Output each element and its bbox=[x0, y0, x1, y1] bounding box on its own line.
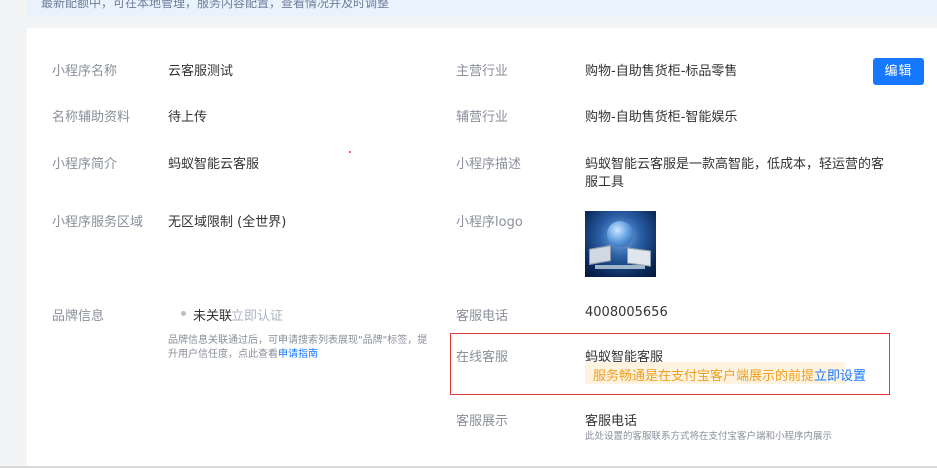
value-description-line2: 服工具 bbox=[585, 175, 625, 190]
value-name-docs: 待上传 bbox=[168, 110, 208, 125]
desk-shape bbox=[595, 265, 645, 269]
value-service-area: 无区域限制 (全世界) bbox=[168, 215, 287, 230]
online-service-notice: 服务畅通是在支付宝客户端展示的前提立即设置 bbox=[585, 362, 866, 384]
label-service-display: 客服展示 bbox=[456, 414, 509, 429]
label-phone: 客服电话 bbox=[456, 309, 509, 324]
notice-text: 服务畅通是在支付宝客户端展示的前提 bbox=[593, 369, 815, 384]
brand-note: 品牌信息关联通过后，可申请搜索列表展现"品牌"标签，提升用户信任度，点此查看申请… bbox=[168, 334, 432, 362]
label-app-intro: 小程序简介 bbox=[52, 157, 118, 172]
setup-now-link[interactable]: 立即设置 bbox=[814, 369, 866, 384]
value-sub-industry: 购物-自助售货柜-智能娱乐 bbox=[585, 110, 738, 125]
label-name-docs: 名称辅助资料 bbox=[52, 110, 131, 125]
banner-text: 最新配额中，可在本地管理，服务内容配置，查看情况并及时调整 bbox=[41, 0, 390, 10]
globe-icon bbox=[607, 221, 633, 247]
top-notice-banner: 最新配额中，可在本地管理，服务内容配置，查看情况并及时调整 bbox=[27, 0, 937, 16]
notice-text-wrap: 服务畅通是在支付宝客户端展示的前提立即设置 bbox=[593, 365, 866, 384]
red-dot-marker bbox=[349, 151, 351, 153]
label-app-name: 小程序名称 bbox=[52, 64, 118, 79]
edit-button[interactable]: 编辑 bbox=[873, 58, 924, 85]
label-sub-industry: 辅营行业 bbox=[456, 110, 509, 125]
laptop-icon bbox=[589, 245, 611, 265]
value-description-line1: 蚂蚁智能云客服是一款高智能，低成本，轻运营的客 bbox=[585, 157, 885, 172]
brand-status: 未关联 bbox=[193, 309, 233, 324]
brand-verify-link[interactable]: 立即认证 bbox=[231, 305, 283, 324]
monitor-icon bbox=[627, 247, 651, 267]
value-app-intro: 蚂蚁智能云客服 bbox=[168, 157, 260, 172]
value-phone: 4008005656 bbox=[585, 305, 668, 320]
value-main-industry: 购物-自助售货柜-标品零售 bbox=[585, 64, 738, 79]
value-app-name: 云客服测试 bbox=[168, 64, 234, 79]
label-main-industry: 主营行业 bbox=[456, 64, 509, 79]
app-logo-image bbox=[585, 211, 656, 277]
label-service-area: 小程序服务区域 bbox=[52, 215, 144, 230]
label-description: 小程序描述 bbox=[456, 157, 522, 172]
label-online-service: 在线客服 bbox=[456, 350, 509, 365]
service-display-note: 此处设置的客服联系方式将在支付宝客户端和小程序内展示 bbox=[585, 431, 833, 442]
brand-status-dot bbox=[181, 311, 186, 316]
apply-guide-link[interactable]: 申请指南 bbox=[278, 349, 318, 360]
label-logo: 小程序logo bbox=[456, 215, 523, 230]
info-card bbox=[27, 28, 937, 468]
value-service-display: 客服电话 bbox=[585, 414, 638, 429]
label-brand-info: 品牌信息 bbox=[52, 309, 105, 324]
